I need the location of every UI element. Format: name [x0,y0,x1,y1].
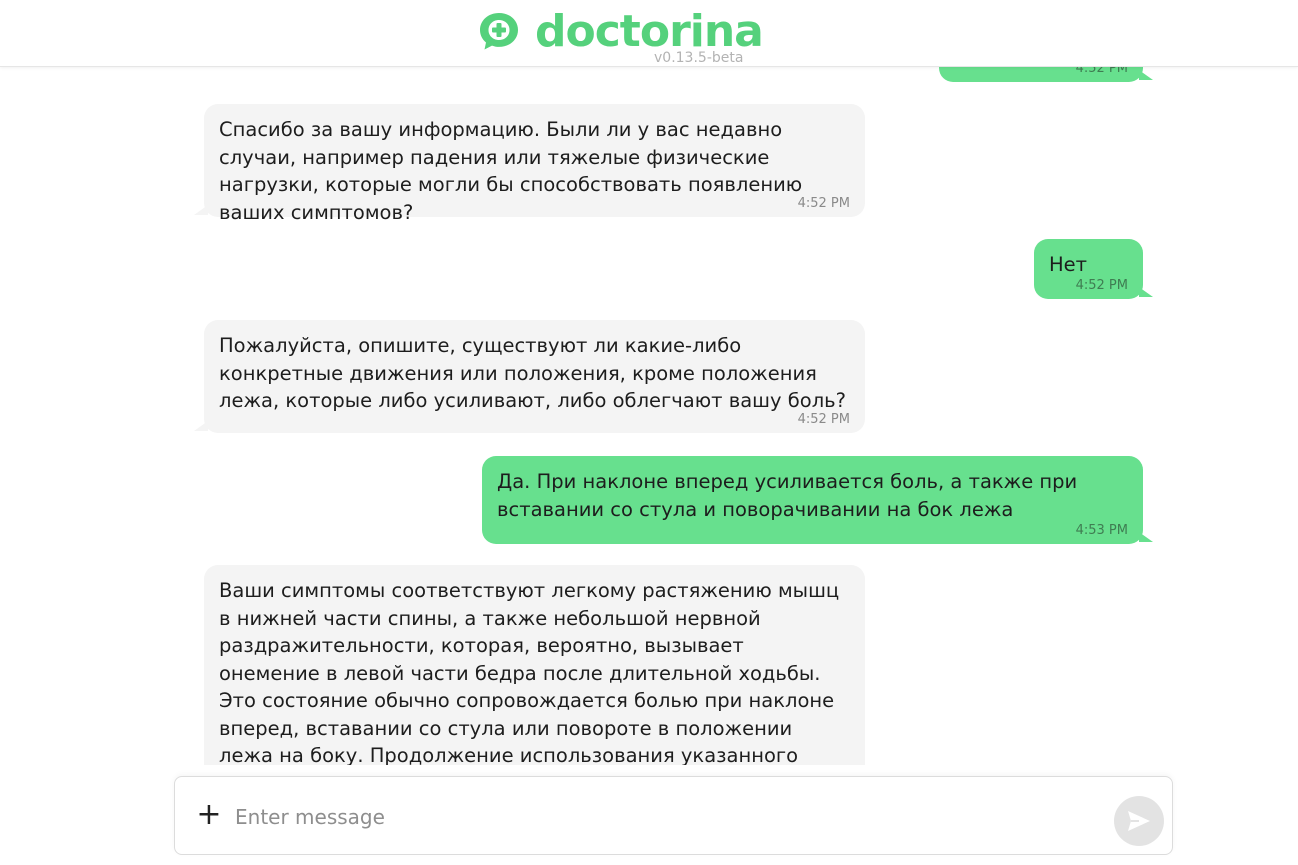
message-bot: Ваши симптомы соответствуют легкому раст… [204,565,865,775]
message-text: Да. При наклоне вперед усиливается боль,… [497,470,1078,521]
message-time: 4:53 PM [1075,523,1128,538]
message-text: Спасибо за вашу информацию. Были ли у ва… [219,118,803,224]
send-icon [1128,811,1150,831]
chat-thread[interactable]: 4:52 PM Спасибо за вашу информацию. Были… [0,0,1298,775]
send-button[interactable] [1114,796,1164,846]
message-input[interactable] [233,797,1097,837]
bubble-tail [1139,70,1153,80]
chat-plus-logo-icon [480,13,518,50]
message-text: Пожалуйста, опишите, существуют ли какие… [219,334,846,412]
bubble-tail [194,421,208,431]
app-header: doctorina v0.13.5-beta [0,0,1298,67]
message-bot: Пожалуйста, опишите, существуют ли какие… [194,320,865,433]
message-time: 4:52 PM [797,196,850,211]
message-time: 4:52 PM [1075,278,1128,293]
message-bot: Спасибо за вашу информацию. Были ли у ва… [194,104,865,224]
message-composer: + [174,776,1173,855]
plus-icon[interactable]: + [195,800,223,830]
message-user: Нет 4:52 PM [1034,239,1153,299]
message-time: 4:52 PM [797,412,850,427]
message-text: Нет [1049,253,1088,276]
version-label: v0.13.5-beta [654,50,744,66]
message-text: Ваши симптомы соответствуют легкому раст… [219,579,840,775]
bubble-tail [194,205,208,215]
bubble-tail [1139,287,1153,297]
message-user: Да. При наклоне вперед усиливается боль,… [482,456,1153,544]
bubble-tail [1139,532,1153,542]
